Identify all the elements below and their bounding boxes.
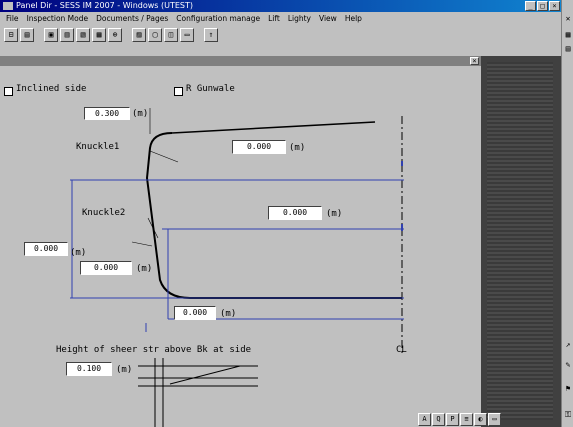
deck-line bbox=[171, 121, 376, 134]
arrow-icon[interactable]: ↗ bbox=[563, 340, 573, 350]
toolbar-save-button[interactable]: ▤ bbox=[20, 28, 34, 42]
menu-help[interactable]: Help bbox=[345, 12, 362, 25]
centerline-label: CL bbox=[396, 345, 407, 355]
toolbar-button-9[interactable]: ▢ bbox=[148, 28, 162, 42]
right-toolstrip: ✕ ▦ ▤ ↗ ✎ ⚑ ⚿ bbox=[561, 0, 573, 427]
side-panel bbox=[481, 56, 561, 427]
menu-view[interactable]: View bbox=[319, 12, 337, 25]
sheer-height-input[interactable]: 0.100 bbox=[66, 362, 112, 376]
maximize-button[interactable]: □ bbox=[537, 1, 548, 11]
child-window-title-bar[interactable]: × bbox=[0, 56, 481, 66]
taskbar-contrast-button[interactable]: ◐ bbox=[474, 413, 487, 426]
knuckle2-width-input[interactable]: 0.000 bbox=[268, 206, 322, 220]
knuckle2-label: Knuckle2 bbox=[82, 208, 126, 218]
list-icon[interactable]: ▤ bbox=[563, 44, 573, 54]
toolbar-button-10[interactable]: ◫ bbox=[164, 28, 178, 42]
grid-icon[interactable]: ▦ bbox=[563, 30, 573, 40]
window-title-bar[interactable]: Panel Dir - SESS IM 2007 - Windows (UTES… bbox=[0, 0, 561, 12]
menu-bar: File Inspection Mode Documents / Pages C… bbox=[0, 12, 561, 25]
hull-geometry-form: Inclined side R Gunwale 0.300 (m) Knuckl… bbox=[0, 66, 481, 427]
knuckle1-width-input[interactable]: 0.000 bbox=[232, 140, 286, 154]
app-icon bbox=[3, 2, 13, 10]
depth-input[interactable]: 0.000 bbox=[24, 242, 68, 256]
taskbar-search-button[interactable]: Q bbox=[432, 413, 445, 426]
menu-lift[interactable]: Lift bbox=[268, 12, 280, 25]
knuckle2-width-unit: (m) bbox=[326, 209, 343, 219]
menu-documents[interactable]: Documents / Pages bbox=[96, 12, 168, 25]
toolbar: ⊟ ▤ ▣ ▥ ▧ ▦ ⊕ ▨ ▢ ◫ ▭ ⇑ bbox=[0, 25, 561, 45]
bottom-width-input[interactable]: 0.000 bbox=[174, 306, 216, 320]
toolbar-button-11[interactable]: ▭ bbox=[180, 28, 194, 42]
close-icon[interactable]: ✕ bbox=[563, 14, 573, 24]
knuckle1-label: Knuckle1 bbox=[76, 142, 120, 152]
sheer-height-unit: (m) bbox=[116, 365, 133, 375]
child-close-button[interactable]: × bbox=[470, 57, 479, 65]
lock-icon[interactable]: ⚿ bbox=[563, 410, 573, 420]
toolbar-button-4[interactable]: ▥ bbox=[60, 28, 74, 42]
minimize-button[interactable]: _ bbox=[525, 1, 536, 11]
taskbar-button-a[interactable]: A bbox=[418, 413, 431, 426]
bilge-height-unit: (m) bbox=[136, 264, 153, 274]
taskbar-button-p[interactable]: P bbox=[446, 413, 459, 426]
toolbar-button-6[interactable]: ▦ bbox=[92, 28, 106, 42]
sheer-height-label: Height of sheer str above Bk at side bbox=[56, 345, 252, 355]
menu-lighty[interactable]: Lighty bbox=[288, 12, 311, 25]
bilge-height-input[interactable]: 0.000 bbox=[80, 261, 132, 275]
menu-file[interactable]: File bbox=[6, 12, 19, 25]
taskbar-menu-button[interactable]: ≡ bbox=[460, 413, 473, 426]
side-panel-area bbox=[487, 62, 553, 420]
taskbar-tray: A Q P ≡ ◐ ▭ bbox=[418, 413, 501, 427]
top-offset-input[interactable]: 0.300 bbox=[84, 107, 130, 120]
toolbar-button-5[interactable]: ▧ bbox=[76, 28, 90, 42]
taskbar-window-button[interactable]: ▭ bbox=[488, 413, 501, 426]
depth-unit: (m) bbox=[70, 248, 87, 258]
top-offset-unit: (m) bbox=[132, 109, 149, 119]
toolbar-up-button[interactable]: ⇑ bbox=[204, 28, 218, 42]
knuckle1-width-unit: (m) bbox=[289, 143, 306, 153]
toolbar-button-8[interactable]: ▨ bbox=[132, 28, 146, 42]
bottom-width-unit: (m) bbox=[220, 309, 237, 319]
pin-icon[interactable]: ⚑ bbox=[563, 384, 573, 394]
window-title: Panel Dir - SESS IM 2007 - Windows (UTES… bbox=[16, 1, 193, 10]
toolbar-new-button[interactable]: ⊟ bbox=[4, 28, 18, 42]
toolbar-button-7[interactable]: ⊕ bbox=[108, 28, 122, 42]
menu-inspection-mode[interactable]: Inspection Mode bbox=[27, 12, 89, 25]
close-button[interactable]: × bbox=[549, 1, 560, 11]
tool-icon[interactable]: ✎ bbox=[563, 360, 573, 370]
window-controls: _ □ × bbox=[525, 1, 560, 11]
toolbar-button-3[interactable]: ▣ bbox=[44, 28, 58, 42]
menu-configuration[interactable]: Configuration manage bbox=[176, 12, 260, 25]
